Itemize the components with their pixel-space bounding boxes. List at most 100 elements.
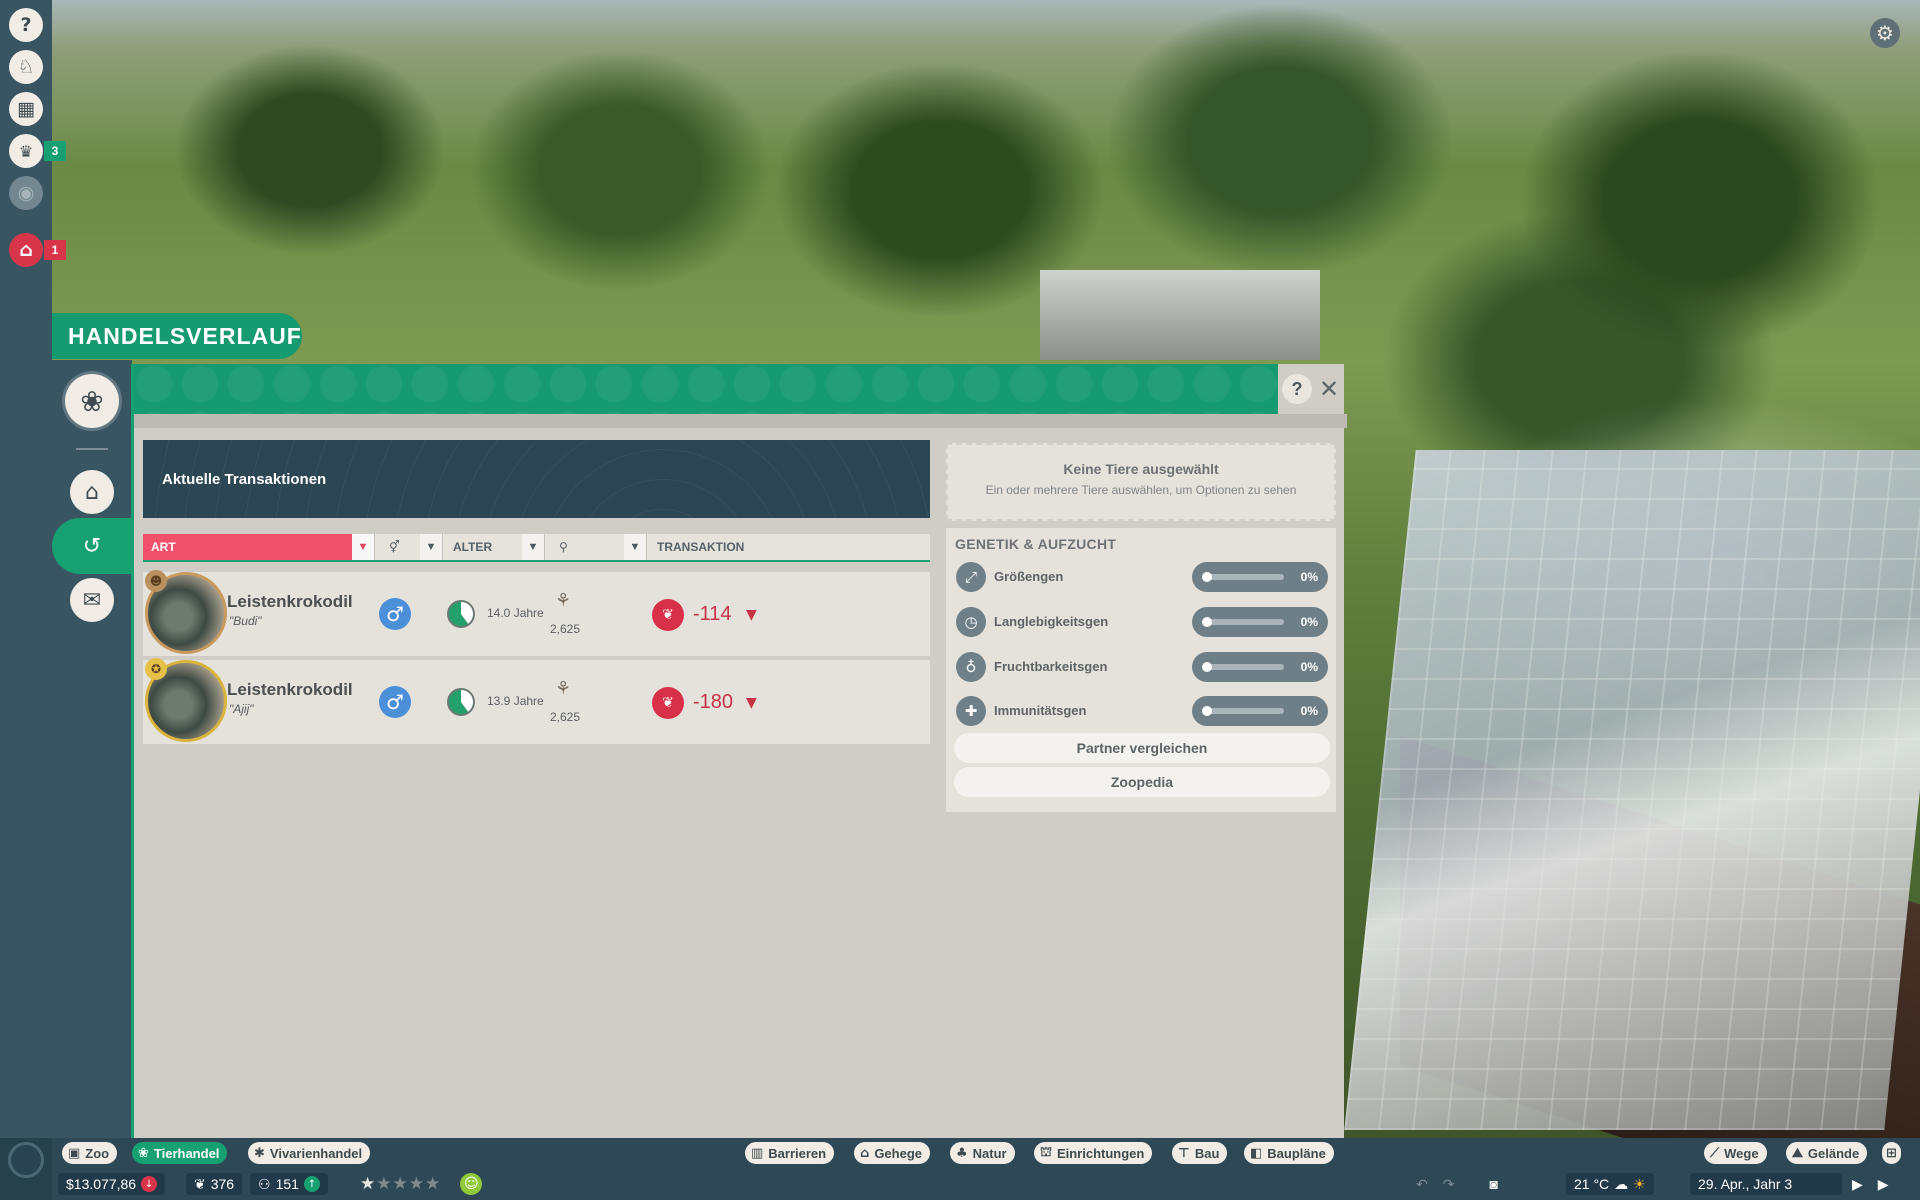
- settings-gear-icon[interactable]: ⚙: [1870, 18, 1900, 48]
- greenhouse-roof: [1344, 450, 1920, 1130]
- conservation-leaf-icon: ❦: [652, 687, 684, 719]
- animal-species: Leistenkrokodil: [227, 592, 353, 611]
- nav-gehege-button[interactable]: ⌂ Gehege: [854, 1142, 930, 1164]
- temperature-value: 21 °C: [1574, 1176, 1610, 1192]
- nav-natur-button[interactable]: ♣ Natur: [950, 1142, 1015, 1164]
- nav-barrieren-button[interactable]: ▥ Barrieren: [745, 1142, 835, 1164]
- terrain-icon: ⛰: [1792, 1145, 1803, 1161]
- undo-icon[interactable]: ↶: [1416, 1176, 1428, 1193]
- clock-icon: ◷: [956, 607, 986, 637]
- table-row[interactable]: ✪ Leistenkrokodil "Ajij" ♂ 13.9 Jahre ⚘ …: [143, 658, 930, 744]
- paw-icon[interactable]: ❀: [65, 374, 119, 428]
- filter-icon[interactable]: ▼: [624, 534, 646, 560]
- conservation-value: 376: [210, 1176, 235, 1192]
- gene-percent: 0%: [1300, 704, 1318, 718]
- table-row[interactable]: ☻ Leistenkrokodil "Budi" ♂ 14.0 Jahre ⚘ …: [143, 570, 930, 656]
- animal-age: 14.0 Jahre: [487, 606, 544, 620]
- alert-badge: 1: [44, 240, 66, 260]
- star-empty-icon: ★: [408, 1174, 425, 1194]
- animal-nickname: "Ajij": [229, 702, 254, 716]
- guests-value: 151: [275, 1176, 299, 1192]
- camera-icon[interactable]: ◙: [1489, 1176, 1497, 1192]
- help-icon[interactable]: ?: [9, 8, 43, 42]
- nav-label: Wege: [1724, 1145, 1759, 1161]
- eye-icon[interactable]: ◉: [9, 176, 43, 210]
- column-transaktion-label: TRANSAKTION: [657, 540, 745, 554]
- nav-bau-button[interactable]: ⊤ Bau: [1172, 1142, 1228, 1164]
- compare-partner-button[interactable]: Partner vergleichen: [954, 733, 1330, 763]
- no-selection-subtitle: Ein oder mehrere Tiere auswählen, um Opt…: [985, 483, 1297, 497]
- nav-label: Vivarienhandel: [269, 1145, 363, 1161]
- zoo-info-icon[interactable]: ♘: [9, 50, 43, 84]
- nav-zoo-button[interactable]: ▣ Zoo: [62, 1142, 118, 1164]
- filter-icon[interactable]: ▼: [352, 534, 374, 560]
- age-pie-icon: [447, 600, 475, 628]
- guest-happiness-icon: ☺: [460, 1173, 483, 1195]
- compass-icon[interactable]: [8, 1142, 44, 1178]
- nav-gelaende-button[interactable]: ⛰ Gelände: [1786, 1142, 1868, 1164]
- window-help-button[interactable]: ?: [1282, 374, 1312, 404]
- window-close-button[interactable]: ✕: [1314, 374, 1344, 404]
- side-divider: [76, 448, 108, 450]
- play-speed-icon[interactable]: ▶: [1852, 1176, 1863, 1193]
- gene-label: Immunitätsgen: [994, 703, 1087, 718]
- transaction-value: -114: [693, 603, 732, 625]
- date-value: 29. Apr., Jahr 3: [1698, 1176, 1793, 1192]
- nav-tierhandel-button[interactable]: ❀ Tierhandel: [132, 1142, 228, 1164]
- gene-percent: 0%: [1300, 570, 1318, 584]
- no-selection-box: Keine Tiere ausgewählt Ein oder mehrere …: [946, 443, 1336, 521]
- status-date[interactable]: 29. Apr., Jahr 3: [1690, 1172, 1842, 1196]
- grid-toggle-button[interactable]: ⊞: [1882, 1142, 1901, 1164]
- column-art[interactable]: ART ▼: [143, 534, 375, 560]
- nav-label: Einrichtungen: [1056, 1145, 1145, 1161]
- nav-label: Natur: [972, 1145, 1007, 1161]
- nav-label: Bau: [1194, 1145, 1220, 1161]
- column-reputation[interactable]: ⚲ ▼: [545, 534, 647, 560]
- alert-gate-icon[interactable]: ⌂: [9, 233, 43, 267]
- down-arrow-icon: ▼: [746, 695, 757, 711]
- gift-icon[interactable]: ✉: [70, 578, 114, 622]
- animal-species: Leistenkrokodil: [227, 680, 353, 699]
- status-conservation[interactable]: ❦ 376: [186, 1172, 243, 1196]
- conservation-leaf-icon: ❦: [652, 599, 684, 631]
- zoopedia-button[interactable]: Zoopedia: [954, 767, 1330, 797]
- zoo-icon: ▣: [68, 1145, 81, 1161]
- bug-icon: ✱: [254, 1145, 265, 1161]
- shield-cross-icon: ✚: [956, 696, 986, 726]
- nav-bauplaene-button[interactable]: ◧ Baupläne: [1244, 1142, 1334, 1164]
- history-icon[interactable]: ↺: [70, 524, 114, 568]
- status-guests[interactable]: ⚇ 151 ↑: [250, 1172, 328, 1196]
- gene-bar: 0%: [1192, 696, 1328, 726]
- tree-icon: ♣: [956, 1145, 968, 1161]
- panel-title: HANDELSVERLAUF: [52, 313, 302, 359]
- column-transaktion[interactable]: TRANSAKTION: [647, 534, 930, 560]
- column-alter[interactable]: ALTER ▼: [443, 534, 545, 560]
- left-toolbar: ? ♘ ▦ ♛ 3 ◉ ⌂ 1: [0, 0, 66, 1200]
- redo-icon[interactable]: ↷: [1443, 1176, 1455, 1193]
- play-icon[interactable]: ▶: [1878, 1176, 1889, 1193]
- filter-icon[interactable]: ▼: [522, 534, 544, 560]
- animal-reputation: 2,625: [549, 710, 581, 724]
- column-sex[interactable]: ⚥ ▼: [375, 534, 443, 560]
- nav-vivarienhandel-button[interactable]: ✱ Vivarienhandel: [248, 1142, 371, 1164]
- status-weather[interactable]: 21 °C ☁ ☀: [1566, 1172, 1654, 1196]
- sun-icon: ☀: [1633, 1175, 1646, 1192]
- trophy-icon[interactable]: ♛: [9, 134, 43, 168]
- nav-wege-button[interactable]: ⟋ Wege: [1704, 1142, 1767, 1164]
- nav-einrichtungen-button[interactable]: ⛫ Einrichtungen: [1034, 1142, 1153, 1164]
- undo-redo: ↶ ↷ ◙: [1416, 1172, 1498, 1196]
- zoo-rating-stars: ★★★★★: [360, 1174, 441, 1194]
- filter-icon[interactable]: ▼: [420, 534, 442, 560]
- gene-row-fertility: ♁ Fruchtbarkeitsgen 0%: [954, 648, 1328, 686]
- gene-label: Fruchtbarkeitsgen: [994, 659, 1108, 674]
- grid-icon: ⊞: [1886, 1145, 1897, 1161]
- status-rating[interactable]: ★★★★★ ☺: [360, 1172, 483, 1196]
- gene-label: Langlebigkeitsgen: [994, 614, 1109, 629]
- star-empty-icon: ★: [392, 1174, 409, 1194]
- status-money[interactable]: $13.077,86 ↓: [58, 1172, 166, 1196]
- nav-label: Gelände: [1807, 1145, 1860, 1161]
- window-header-strip: [134, 414, 1347, 428]
- calendar-icon[interactable]: ▦: [9, 92, 43, 126]
- shelter-icon[interactable]: ⌂: [70, 470, 114, 514]
- facility-icon: ⛫: [1040, 1144, 1052, 1160]
